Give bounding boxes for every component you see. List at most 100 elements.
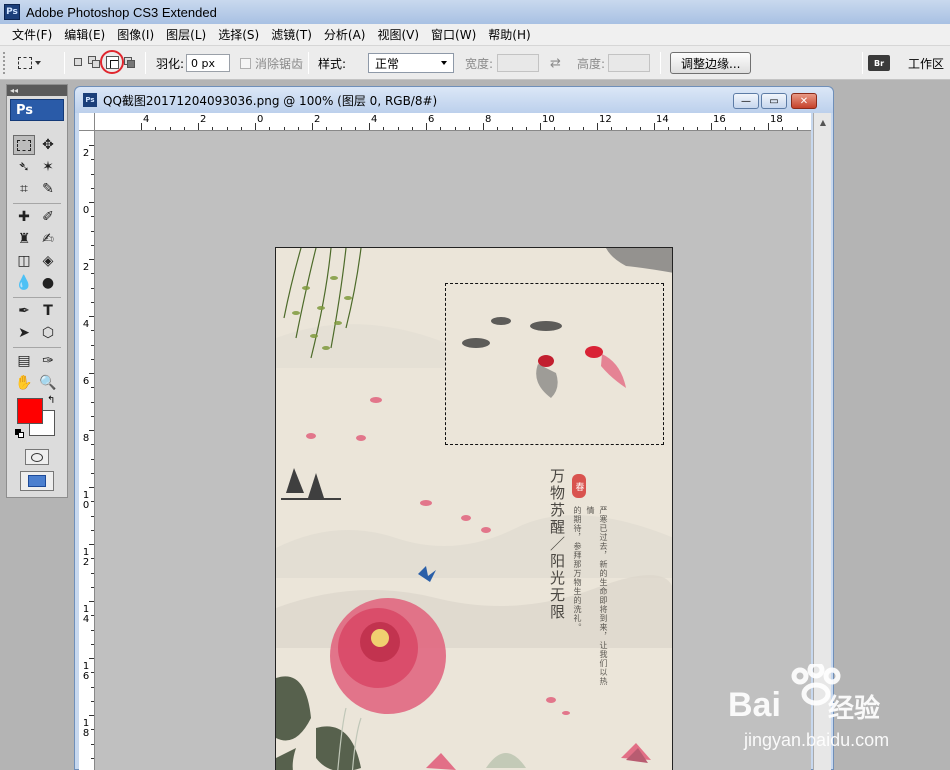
ruler-tick: [198, 123, 199, 130]
ruler-tick: [426, 123, 427, 130]
ruler-label: 10: [542, 114, 555, 125]
eraser-tool[interactable]: ◫: [13, 251, 35, 271]
refine-edge-button[interactable]: 调整边缘...: [670, 52, 752, 74]
style-select[interactable]: 正常: [368, 53, 454, 73]
new-selection-icon: [74, 58, 82, 66]
height-input[interactable]: [608, 54, 650, 72]
menu-layer[interactable]: 图层(L): [160, 26, 212, 43]
type-tool[interactable]: T: [37, 301, 59, 321]
slice-tool[interactable]: ✎: [37, 179, 59, 199]
screen-mode-icon: [28, 475, 46, 487]
workspace-label[interactable]: 工作区: [908, 55, 944, 72]
ruler-label: 1 4: [82, 604, 90, 625]
width-label: 宽度:: [465, 56, 494, 71]
horizontal-ruler[interactable]: 4 2 0 2 4 6 8 10 12 14 16 18: [95, 113, 811, 131]
style-select-value: 正常: [375, 56, 400, 71]
canvas-area[interactable]: 万物苏醒／阳光无限 春 严寒已过去，新的生命即将到来，让我们以热情 的期待，参拜…: [95, 131, 811, 770]
chevron-down-icon: [35, 61, 41, 65]
ruler-label: 1 0: [82, 490, 90, 511]
brush-tool[interactable]: ✐: [37, 207, 59, 227]
swap-colors-icon[interactable]: ↰: [47, 395, 55, 406]
menu-edit[interactable]: 编辑(E): [58, 26, 111, 43]
menu-help[interactable]: 帮助(H): [482, 26, 536, 43]
app-title: Adobe Photoshop CS3 Extended: [26, 4, 217, 20]
paint-bucket-tool[interactable]: ◈: [37, 251, 59, 271]
pen-tool[interactable]: ✒: [13, 301, 35, 321]
dodge-tool[interactable]: ●: [37, 273, 59, 293]
minimize-button[interactable]: —: [733, 93, 759, 109]
menu-window[interactable]: 窗口(W): [425, 26, 482, 43]
ruler-label: 1 8: [82, 718, 90, 739]
baidu-watermark: Bai 经验 jingyan.baidu.com: [728, 664, 943, 764]
default-colors-icon[interactable]: [15, 429, 24, 438]
artwork-body-col1: 严寒已过去，新的生命即将到来，让我们以热情: [586, 506, 608, 686]
ruler-label: 1 6: [82, 661, 90, 682]
width-input[interactable]: [497, 54, 539, 72]
shape-tool[interactable]: ⬡: [37, 323, 59, 343]
move-tool[interactable]: ✥: [37, 135, 59, 155]
screen-mode-button[interactable]: [20, 471, 54, 491]
ruler-tick: [768, 123, 769, 130]
watermark-url: jingyan.baidu.com: [744, 730, 890, 750]
menu-file[interactable]: 文件(F): [6, 26, 58, 43]
menu-image[interactable]: 图像(I): [111, 26, 160, 43]
swap-dimensions-icon[interactable]: ⇄: [550, 56, 561, 71]
tool-preset-picker[interactable]: [18, 53, 60, 73]
bridge-icon[interactable]: Br: [868, 55, 890, 71]
ruler-label: 14: [656, 114, 669, 125]
menu-filter[interactable]: 滤镜(T): [265, 26, 318, 43]
artwork-title: 万物苏醒／阳光无限: [548, 468, 566, 621]
close-button[interactable]: ✕: [791, 93, 817, 109]
ruler-tick: [141, 123, 142, 130]
ruler-label: 6: [428, 114, 435, 125]
intersect-selection-button[interactable]: [123, 56, 136, 69]
menu-analysis[interactable]: 分析(A): [318, 26, 372, 43]
rect-marquee-tool[interactable]: [13, 135, 35, 155]
antialias-checkbox[interactable]: [240, 57, 251, 69]
menu-select[interactable]: 选择(S): [212, 26, 265, 43]
history-brush-tool[interactable]: ✍: [37, 229, 59, 249]
options-bar-grip[interactable]: [3, 52, 11, 74]
path-selection-tool[interactable]: ➤: [13, 323, 35, 343]
collapse-panel-icon[interactable]: ◂◂: [7, 85, 67, 96]
eyedropper-tool[interactable]: ✑: [37, 351, 59, 371]
hand-tool[interactable]: ✋: [13, 373, 35, 393]
ruler-label: 0: [257, 114, 264, 125]
ruler-label: 18: [770, 114, 783, 125]
ruler-origin[interactable]: [79, 113, 95, 131]
ruler-tick: [312, 123, 313, 130]
document-title-bar[interactable]: Ps QQ截图20171204093036.png @ 100% (图层 0, …: [75, 87, 833, 113]
lasso-tool[interactable]: ➴: [13, 157, 35, 177]
new-selection-button[interactable]: [72, 56, 85, 69]
ruler-label: 12: [599, 114, 612, 125]
magic-wand-tool[interactable]: ✶: [37, 157, 59, 177]
ps-badge: Ps: [10, 99, 64, 121]
ruler-label: 1 2: [82, 547, 90, 568]
maximize-button[interactable]: ▭: [761, 93, 787, 109]
quick-mask-icon: [31, 452, 43, 462]
ruler-tick: [255, 123, 256, 130]
blur-tool[interactable]: 💧: [13, 273, 35, 293]
ruler-label: 16: [713, 114, 726, 125]
document-title: QQ截图20171204093036.png @ 100% (图层 0, RGB…: [103, 93, 438, 108]
clone-stamp-tool[interactable]: ♜: [13, 229, 35, 249]
healing-brush-tool[interactable]: ✚: [13, 207, 35, 227]
ruler-label: 4: [143, 114, 150, 125]
rect-marquee-icon: [18, 57, 32, 69]
marquee-selection[interactable]: [445, 283, 664, 445]
ruler-label: 2: [82, 262, 90, 273]
menu-view[interactable]: 视图(V): [371, 26, 425, 43]
quick-mask-button[interactable]: [25, 449, 49, 465]
highlight-circle: [100, 50, 124, 74]
artwork-image[interactable]: 万物苏醒／阳光无限 春 严寒已过去，新的生命即将到来，让我们以热情 的期待，参拜…: [275, 247, 673, 770]
scroll-up-icon[interactable]: ▲: [815, 114, 831, 130]
vertical-ruler[interactable]: 2 0 2 4 6 8 1 0 1 2 1 4 1 6 1 8: [79, 131, 95, 770]
zoom-tool[interactable]: 🔍: [37, 373, 59, 393]
feather-input[interactable]: [186, 54, 230, 72]
notes-tool[interactable]: ▤: [13, 351, 35, 371]
ruler-label: 6: [82, 376, 90, 387]
crop-tool[interactable]: ⌗: [13, 179, 35, 199]
ruler-tick: [369, 123, 370, 130]
foreground-color-swatch[interactable]: [17, 398, 43, 424]
ruler-tick: [483, 123, 484, 130]
